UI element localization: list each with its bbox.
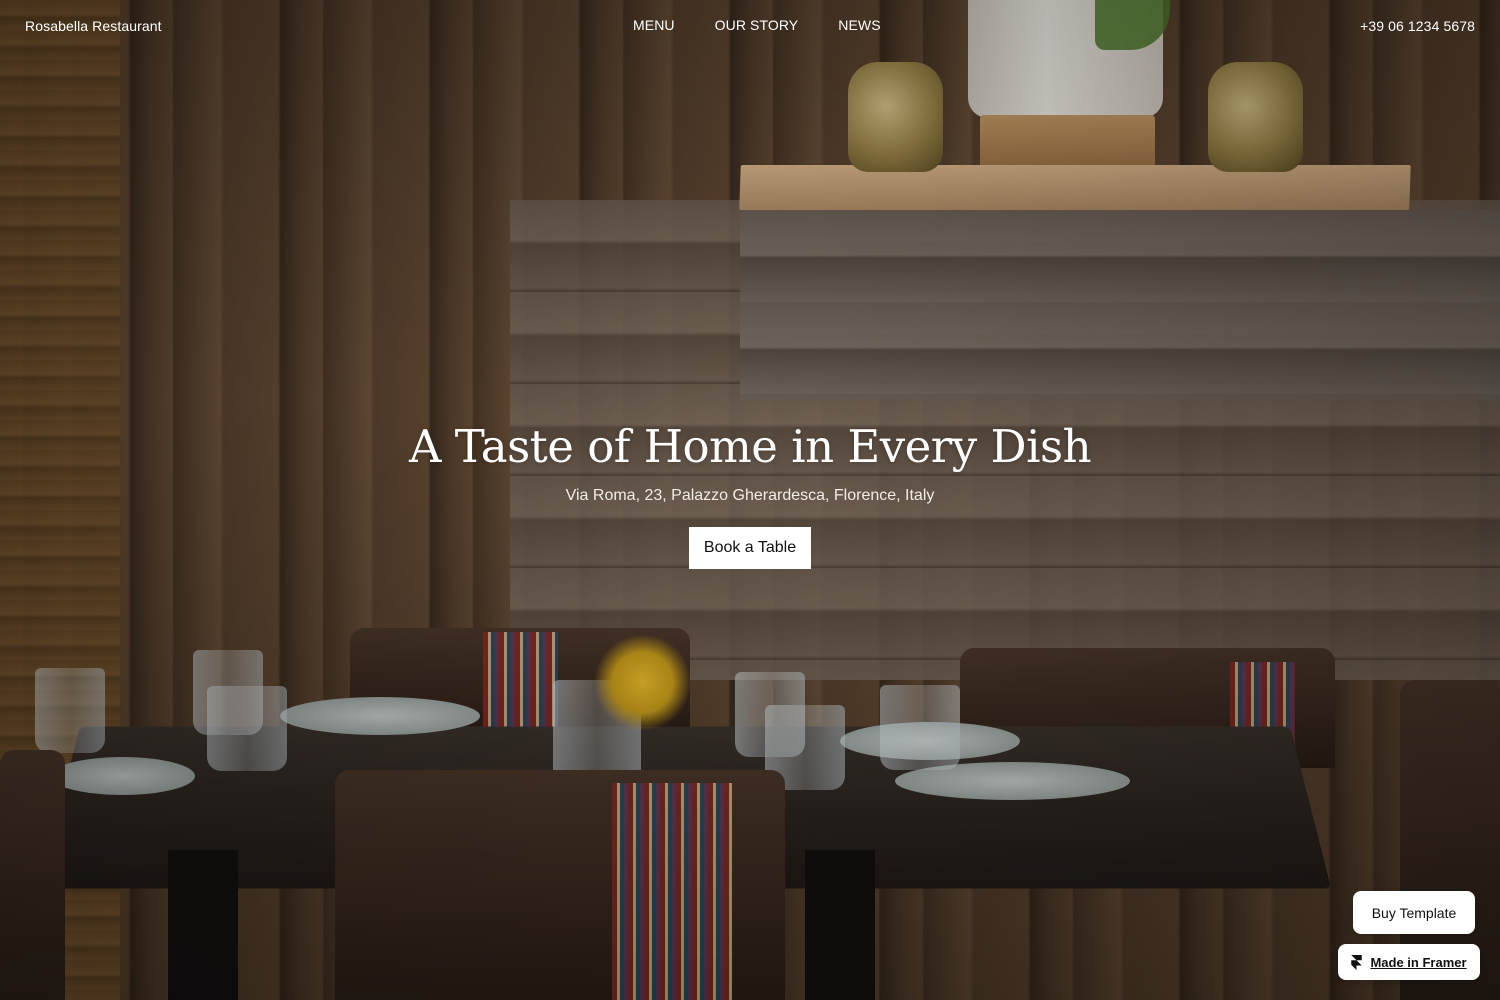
phone-link[interactable]: +39 06 1234 5678: [1360, 18, 1475, 34]
book-table-button[interactable]: Book a Table: [688, 527, 812, 569]
brand-link[interactable]: Rosabella Restaurant: [25, 18, 162, 34]
made-in-framer-badge[interactable]: Made in Framer: [1338, 944, 1480, 980]
main-nav: MENU OUR STORY NEWS: [633, 17, 881, 33]
hero-section: A Taste of Home in Every Dish Via Roma, …: [0, 420, 1500, 569]
nav-link-menu[interactable]: MENU: [633, 17, 675, 33]
hero-title: A Taste of Home in Every Dish: [408, 420, 1092, 473]
made-in-framer-label: Made in Framer: [1370, 954, 1467, 970]
buy-template-button[interactable]: Buy Template: [1353, 891, 1475, 934]
site-header: Rosabella Restaurant MENU OUR STORY NEWS…: [0, 0, 1500, 52]
nav-link-news[interactable]: NEWS: [838, 17, 880, 33]
hero-address: Via Roma, 23, Palazzo Gherardesca, Flore…: [565, 487, 935, 504]
framer-logo-icon: [1351, 954, 1363, 970]
nav-link-our-story[interactable]: OUR STORY: [715, 17, 799, 33]
